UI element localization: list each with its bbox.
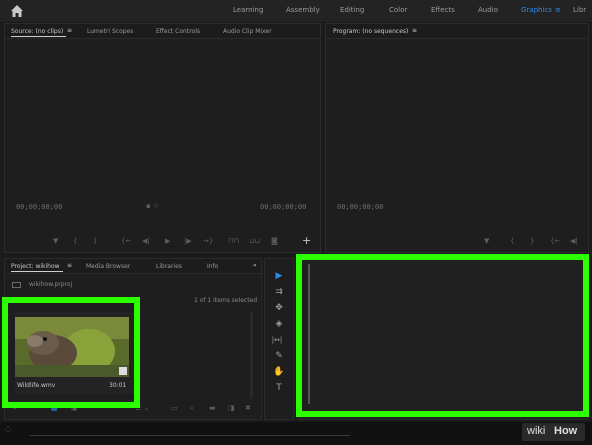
workspace-tab-color[interactable]: Color — [389, 6, 407, 14]
pen-tool-icon[interactable]: ✎ — [272, 349, 286, 363]
mark-in-icon[interactable]: ▪ ⊹ — [146, 202, 159, 210]
mark-in-button[interactable]: { — [510, 237, 514, 245]
home-icon[interactable] — [9, 3, 25, 19]
automate-icon[interactable]: ▭ — [171, 404, 178, 412]
play-icon[interactable]: ▶ — [165, 237, 170, 245]
status-icon: ◌ — [5, 425, 12, 433]
workspace-tab-libraries[interactable]: Libr — [573, 6, 586, 14]
project-file-name: wikihow.prproj — [29, 281, 73, 288]
go-to-in-icon[interactable]: {← — [121, 237, 131, 245]
source-timecode-duration: 00;00;00;00 — [260, 203, 307, 211]
tab-project[interactable]: Project: wikihow — [11, 263, 60, 270]
ripple-edit-tool-icon[interactable]: ✥ — [272, 301, 286, 315]
watermark-how: How — [554, 425, 578, 437]
tab-source[interactable]: Source: (no clips) — [11, 28, 63, 35]
tab-info[interactable]: Info — [207, 263, 218, 270]
selection-tool-icon[interactable]: ▶ — [272, 269, 286, 283]
workspace-tab-audio[interactable]: Audio — [478, 6, 498, 14]
overwrite-icon[interactable]: ⊔⊔ — [249, 237, 260, 245]
slip-tool-icon[interactable]: |↔| — [270, 333, 284, 347]
hand-tool-icon[interactable]: ✋ — [272, 365, 286, 379]
new-item-icon[interactable]: ◨ — [228, 404, 235, 412]
project-scrollbar[interactable] — [250, 312, 253, 397]
program-timecode: 00;00;00;00 — [337, 203, 384, 211]
mark-out-button[interactable]: } — [93, 237, 97, 245]
clear-trash-icon[interactable]: ✖ — [245, 404, 251, 412]
clip-highlight-box — [2, 297, 140, 408]
razor-tool-icon[interactable]: ◈ — [272, 317, 286, 331]
active-tab-underline — [11, 36, 66, 37]
program-monitor-panel: Program: (no sequences) ≡ 00;00;00;00 ▼ … — [325, 23, 589, 253]
program-transport-controls: ▼ { } {← ◀| — [476, 237, 586, 247]
marker-icon[interactable]: ▼ — [484, 237, 489, 245]
folder-icon — [12, 282, 21, 288]
wikihow-watermark: wiki How — [522, 423, 585, 441]
step-back-icon[interactable]: ◀| — [142, 237, 150, 245]
tab-libraries[interactable]: Libraries — [156, 263, 182, 270]
go-to-in-icon[interactable]: {← — [550, 237, 560, 245]
tab-audio-clip-mixer[interactable]: Audio Clip Mixer — [223, 28, 272, 35]
timeline-highlight-box — [296, 254, 589, 417]
source-transport-controls: ▼ { } {← ◀| ▶ |▶ →} ⊓⊓ ⊔⊔ ◙ + — [11, 234, 311, 247]
tools-panel: ▶ ⇉ ✥ ◈ |↔| ✎ ✋ T — [264, 258, 294, 420]
active-tab-underline — [11, 271, 63, 272]
status-divider — [30, 435, 350, 436]
add-button-icon[interactable]: + — [302, 234, 311, 247]
workspace-menu-icon[interactable]: ≡ — [555, 6, 561, 14]
workspace-tab-learning[interactable]: Learning — [233, 6, 263, 14]
panel-menu-icon[interactable]: ≡ — [67, 262, 72, 269]
tab-media-browser[interactable]: Media Browser — [86, 263, 130, 270]
status-bar: ◌ wiki How — [0, 422, 592, 445]
step-back-icon[interactable]: ◀| — [570, 237, 578, 245]
step-forward-icon[interactable]: |▶ — [184, 237, 192, 245]
more-panels-icon[interactable]: » — [253, 262, 257, 269]
panel-menu-icon[interactable]: ≡ — [412, 27, 417, 34]
timeline-edge — [308, 264, 310, 404]
new-bin-icon[interactable]: ▬ — [209, 404, 216, 412]
type-tool-icon[interactable]: T — [272, 381, 286, 395]
panel-menu-icon[interactable]: ≡ — [67, 27, 72, 34]
track-select-tool-icon[interactable]: ⇉ — [272, 285, 286, 299]
workspace-tab-effects[interactable]: Effects — [431, 6, 455, 14]
mark-in-button[interactable]: { — [73, 237, 77, 245]
source-monitor-panel: Source: (no clips) ≡ Lumetri Scopes Effe… — [4, 23, 321, 253]
tab-lumetri-scopes[interactable]: Lumetri Scopes — [87, 28, 133, 35]
selection-status: 1 of 1 items selected — [194, 297, 258, 304]
export-frame-icon[interactable]: ◙ — [271, 237, 278, 245]
source-timecode-in: 00;00;00;00 — [16, 203, 63, 211]
workspace-tab-assembly[interactable]: Assembly — [286, 6, 320, 14]
marker-icon[interactable]: ▼ — [53, 237, 58, 245]
go-to-out-icon[interactable]: →} — [203, 237, 213, 245]
tab-effect-controls[interactable]: Effect Controls — [156, 28, 200, 35]
mark-out-button[interactable]: } — [530, 237, 534, 245]
workspace-tab-graphics[interactable]: Graphics — [521, 6, 552, 14]
workspace-tab-editing[interactable]: Editing — [340, 6, 364, 14]
workspace-bar: Learning Assembly Editing Color Effects … — [0, 0, 592, 22]
find-icon[interactable]: ⌕ — [190, 404, 194, 413]
tab-program[interactable]: Program: (no sequences) — [333, 28, 408, 35]
watermark-wiki: wiki — [527, 425, 546, 437]
insert-icon[interactable]: ⊓⊓ — [228, 237, 239, 245]
